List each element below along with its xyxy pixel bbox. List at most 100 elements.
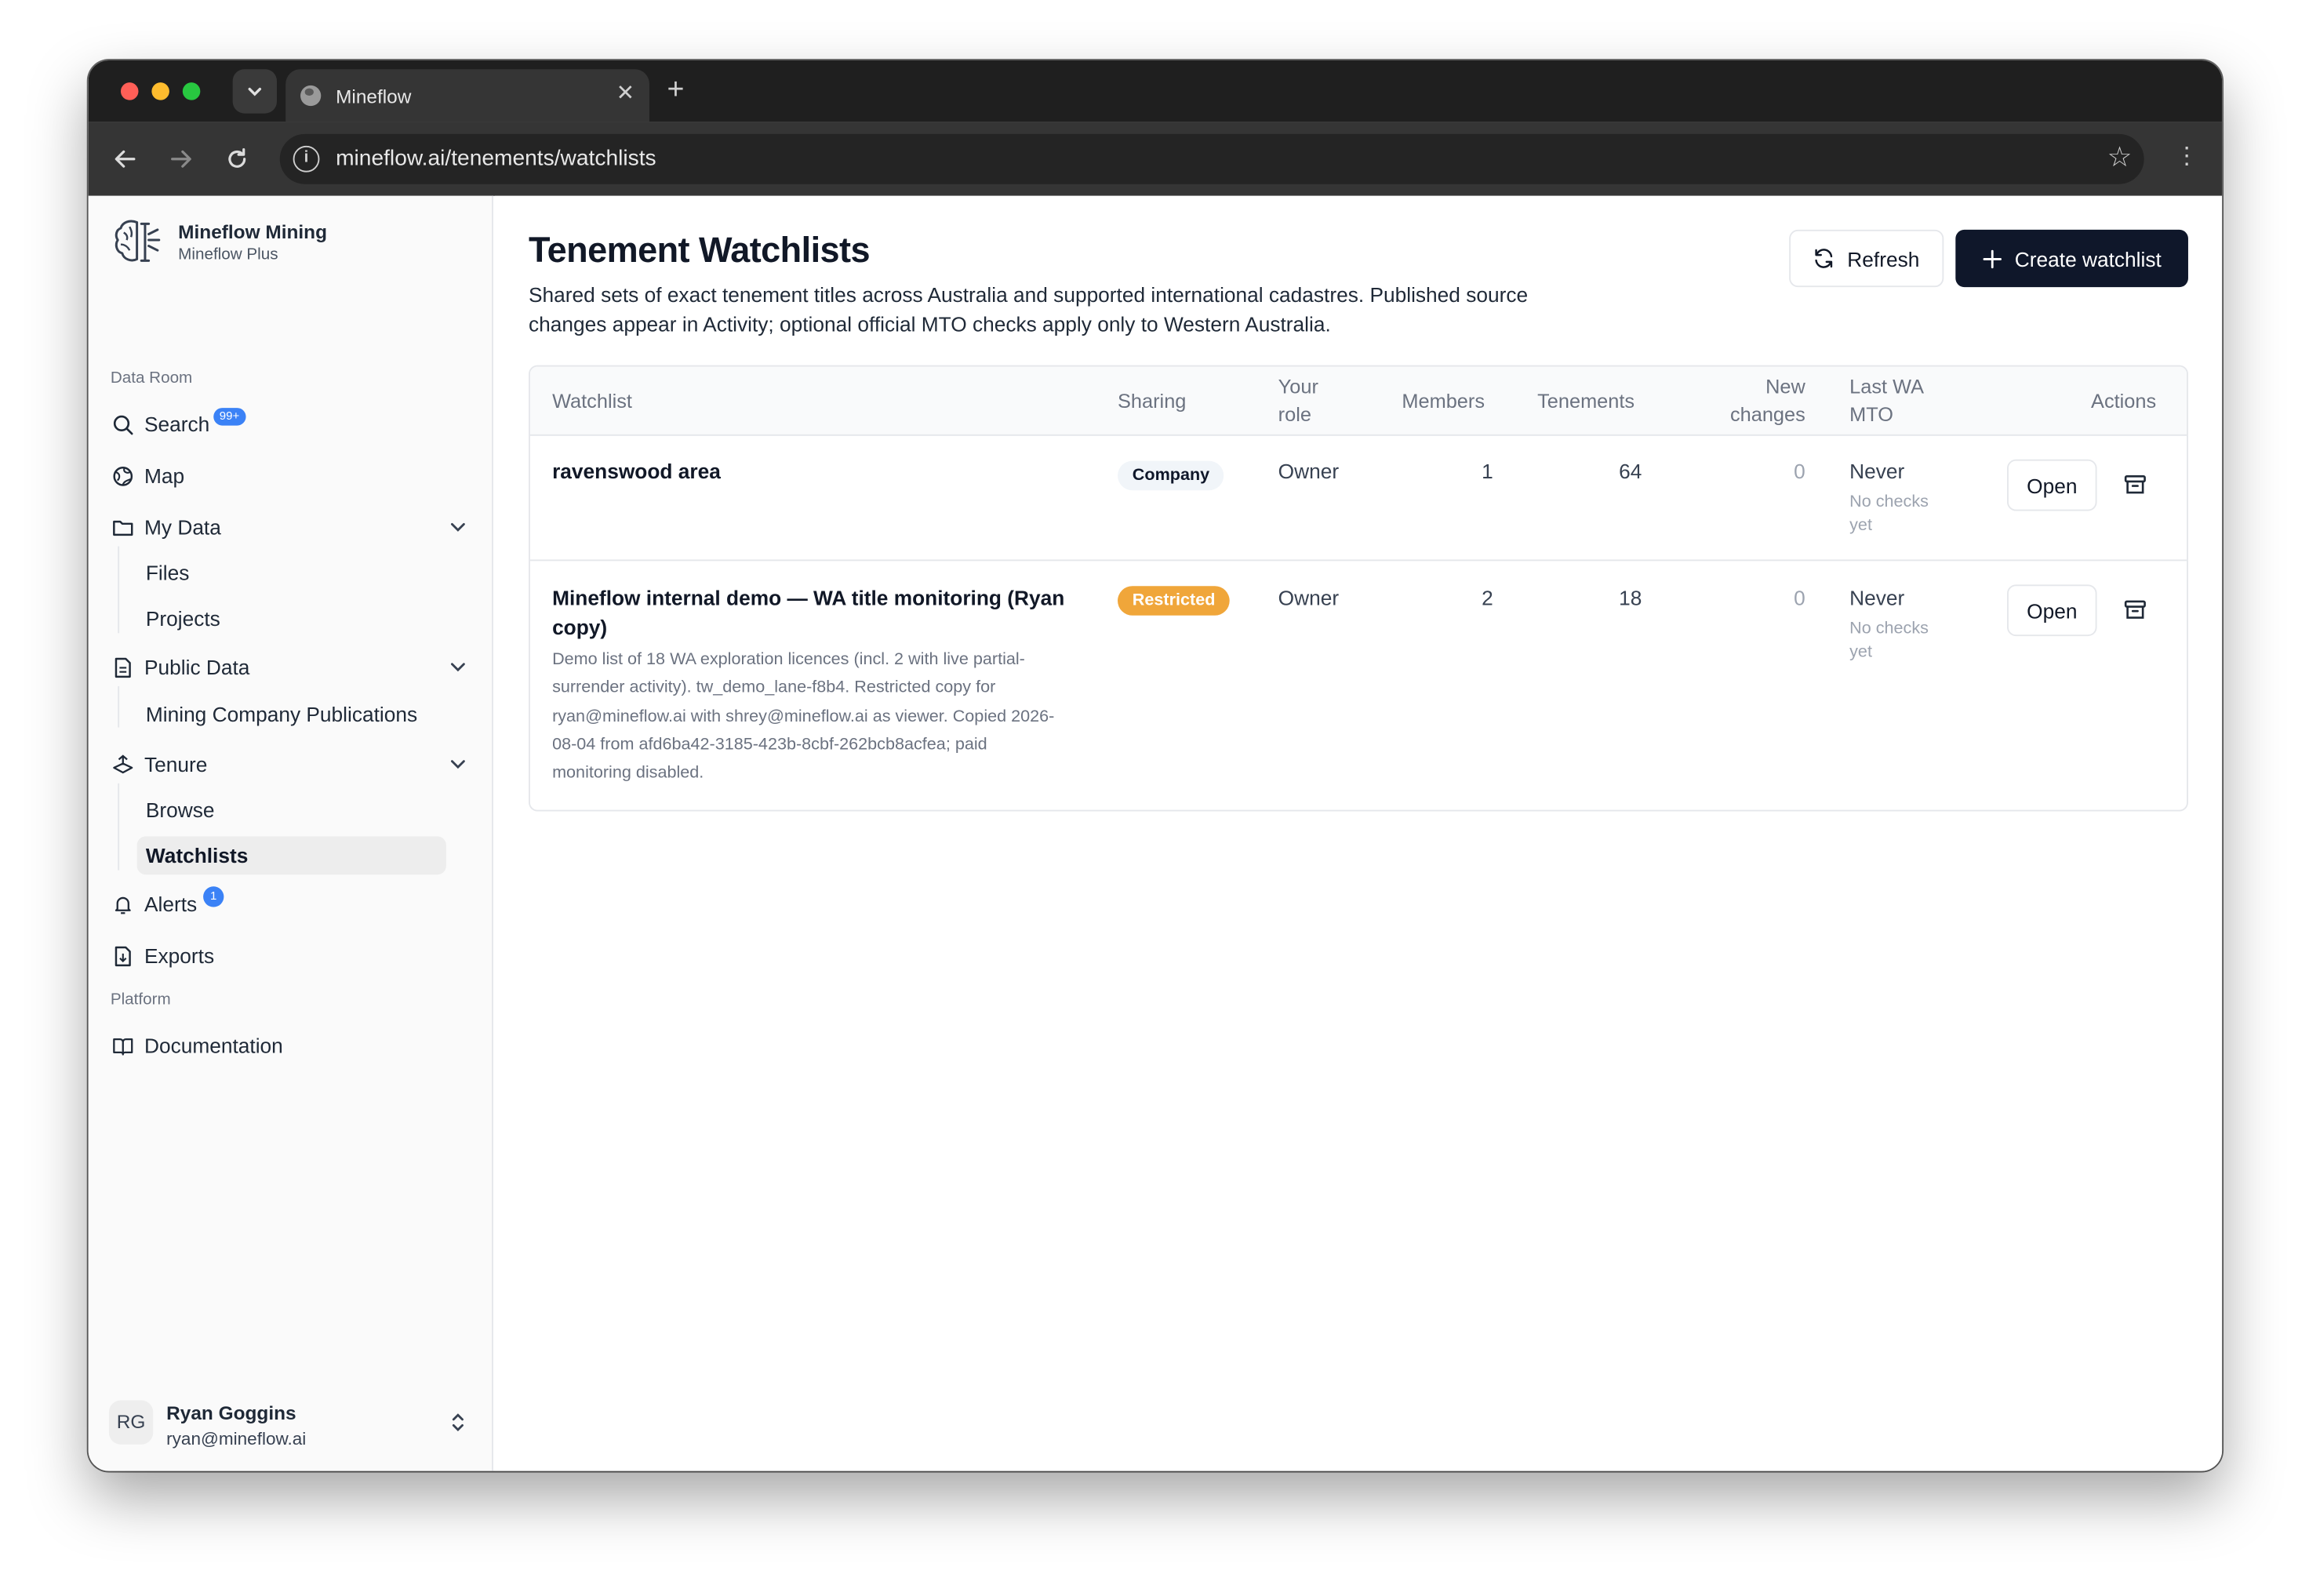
column-header-members[interactable]: Members [1402,387,1485,416]
column-header-your-role[interactable]: Your role [1278,373,1352,428]
more-icon[interactable]: ⋮ [2175,143,2198,173]
watchlist-description: Demo list of 18 WA exploration licences … [552,650,1055,783]
alerts-count-badge: 1 [203,886,224,907]
watchlist-name[interactable]: ravenswood area [552,458,1082,487]
column-header-actions: Actions [2091,390,2157,413]
create-watchlist-label: Create watchlist [2014,246,2162,271]
last-mto-status: No checks yet [1849,493,1929,534]
members-cell: 1 [1482,459,1493,483]
open-button[interactable]: Open [2007,584,2097,637]
sidebar: Mineflow Mining Mineflow Plus Data Room … [88,195,493,1471]
new-changes-cell: 0 [1794,586,1805,610]
org-plan: Mineflow Plus [178,245,278,264]
chevron-down-icon [248,87,262,96]
sidebar-item-label: Alerts [144,892,198,916]
sidebar-item-label: Map [144,464,185,488]
minimize-window-button[interactable] [151,82,169,100]
browser-tab[interactable]: Mineflow ✕ [285,69,649,122]
browser-window: Mineflow ✕ + i mineflow.ai/tenements/wat… [88,60,2223,1471]
column-header-sharing[interactable]: Sharing [1118,387,1186,416]
watchlist-name[interactable]: Mineflow internal demo — WA title monito… [552,584,1067,642]
org-switcher[interactable]: Mineflow Mining Mineflow Plus [112,216,327,267]
browser-toolbar: i mineflow.ai/tenements/watchlists ☆ ⋮ [88,122,2223,196]
sidebar-item-tenure[interactable]: Tenure [111,747,208,782]
sidebar-item-label: Search [144,412,210,436]
tab-strip: Mineflow ✕ + [88,60,2223,122]
new-tab-button[interactable]: + [667,74,685,106]
column-header-watchlist[interactable]: Watchlist [552,387,632,416]
tenements-cell: 64 [1619,459,1642,483]
tab-search-button[interactable] [232,69,277,114]
column-header-tenements[interactable]: Tenements [1537,387,1634,416]
address-bar[interactable]: i mineflow.ai/tenements/watchlists ☆ [279,133,2144,184]
members-cell: 2 [1482,586,1493,610]
star-icon[interactable]: ☆ [2107,141,2133,175]
table-row[interactable]: Mineflow internal demo — WA title monito… [530,562,2187,809]
sidebar-item-exports[interactable]: Exports [111,938,214,973]
close-icon[interactable]: ✕ [616,79,635,109]
tab-title: Mineflow [336,84,412,107]
sidebar-item-public-data[interactable]: Public Data [111,649,250,685]
refresh-icon [1816,249,1834,268]
forward-button[interactable] [163,141,198,176]
sidebar-item-browse[interactable]: Browse [137,791,446,829]
search-count-badge: 99+ [213,408,245,426]
sidebar-item-projects[interactable]: Projects [137,599,446,638]
sidebar-item-my-data[interactable]: My Data [111,510,221,545]
column-header-last-wa-mto[interactable]: Last WA MTO [1849,373,1938,428]
folder-icon [111,515,134,539]
page-description: Shared sets of exact tenement titles acr… [529,282,1529,336]
sidebar-item-label: Tenure [144,752,208,776]
watchlists-table: Watchlist Sharing Your role Members Tene… [529,365,2188,812]
avatar: RG [108,1400,154,1445]
refresh-button[interactable]: Refresh [1789,229,1944,288]
back-button[interactable] [107,141,143,176]
table-row[interactable]: ravenswood area Company Owner 1 64 0 Nev… [529,436,2187,562]
sidebar-item-files[interactable]: Files [137,554,446,592]
open-button[interactable]: Open [2007,459,2097,511]
user-menu[interactable]: RG Ryan Goggins ryan@mineflow.ai [108,1396,477,1455]
user-name: Ryan Goggins [166,1401,296,1424]
sidebar-item-label: My Data [144,515,221,540]
last-mto-status: No checks yet [1849,620,1929,661]
tree-guide [118,783,120,871]
chevron-down-icon[interactable] [448,517,468,537]
back-icon [115,150,136,168]
globe-icon [300,85,322,107]
sidebar-item-watchlists[interactable]: Watchlists [136,836,446,875]
chevron-down-icon[interactable] [448,754,468,774]
forward-icon [171,150,191,168]
column-header-new-changes[interactable]: New changes [1701,373,1805,428]
table-header: Watchlist Sharing Your role Members Tene… [529,366,2187,436]
chevron-down-icon[interactable] [448,656,468,677]
sidebar-item-mining-company-publications[interactable]: Mining Company Publications [137,695,446,733]
search-icon [111,413,134,436]
sidebar-item-alerts[interactable]: Alerts [111,886,197,922]
sidebar-item-label: Public Data [144,655,250,679]
sidebar-item-label: Exports [144,943,215,968]
sharing-badge: Company [1118,460,1224,491]
close-window-button[interactable] [120,82,139,100]
sidebar-item-search[interactable]: Search [111,406,209,442]
last-mto-cell: Never [1849,586,1905,610]
globe-icon [111,464,134,487]
reload-button[interactable] [220,141,255,176]
section-label-data-room: Data Room [110,369,193,387]
main-content: Tenement Watchlists Shared sets of exact… [494,195,2223,1471]
archive-icon[interactable] [2123,473,2147,496]
tenure-icon [111,752,134,776]
url-text: mineflow.ai/tenements/watchlists [336,145,656,171]
sidebar-item-map[interactable]: Map [111,458,184,493]
section-label-platform: Platform [110,991,171,1009]
last-mto-cell: Never [1849,459,1905,483]
sidebar-item-documentation[interactable]: Documentation [111,1027,283,1063]
reload-icon [228,147,246,168]
archive-icon[interactable] [2123,598,2147,621]
create-watchlist-button[interactable]: Create watchlist [1955,229,2188,288]
tree-guide [118,685,120,728]
book-icon [111,1034,134,1057]
role-cell: Owner [1278,586,1340,610]
info-icon[interactable]: i [293,145,320,173]
plus-icon [1983,249,2002,268]
maximize-window-button[interactable] [182,82,201,100]
